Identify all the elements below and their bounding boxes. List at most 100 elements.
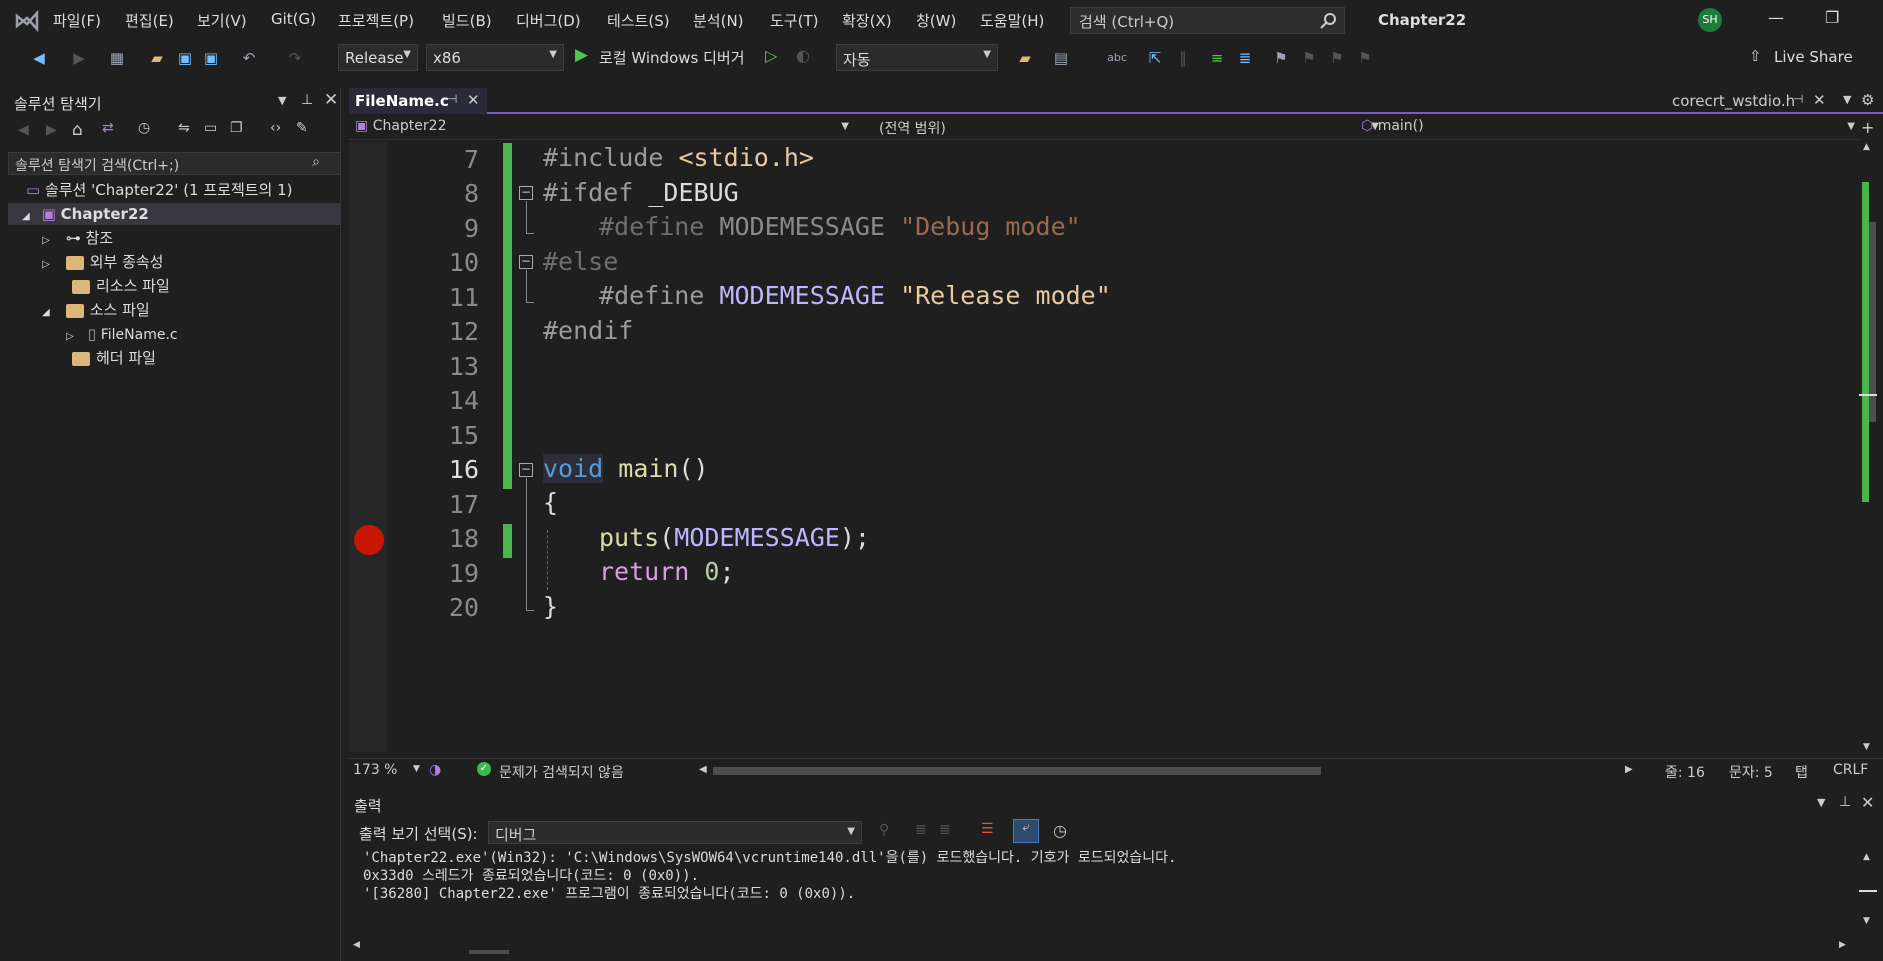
tree-item-resource-files[interactable]: 리소스 파일 [72, 275, 170, 297]
word-wrap-toggle-icon[interactable]: ⤶ [1013, 819, 1039, 843]
horizontal-scroll-thumb[interactable] [713, 767, 1321, 775]
find-icon[interactable]: ⚲ [879, 822, 889, 838]
scroll-right-icon[interactable]: ▶ [1839, 940, 1846, 950]
close-icon[interactable]: ✕ [1813, 91, 1826, 109]
pin-icon[interactable]: ⊥ [1839, 794, 1851, 810]
horizontal-scroll-thumb[interactable] [469, 950, 509, 954]
copy-icon[interactable]: ❐ [230, 120, 243, 136]
forward-icon[interactable]: ▶ [46, 122, 57, 138]
solution-node[interactable]: ▭ 솔루션 'Chapter22' (1 프로젝트의 1) [26, 179, 293, 201]
spellcheck-icon[interactable]: abc [1106, 47, 1128, 69]
pin-icon[interactable]: ⊣ [447, 92, 457, 106]
redo-icon[interactable]: ↷ [284, 47, 306, 69]
start-debug-button[interactable]: 로컬 Windows 디버거 [599, 47, 745, 68]
code-icon[interactable]: ‹› [270, 120, 281, 136]
split-icon[interactable]: ‖ [1172, 47, 1194, 69]
menu-edit[interactable]: 편집(E) [125, 10, 174, 31]
tab-indicator[interactable]: 탭 [1795, 762, 1808, 782]
menu-window[interactable]: 창(W) [916, 10, 956, 31]
menu-build[interactable]: 빌드(B) [442, 10, 492, 31]
glyph-margin[interactable] [349, 142, 387, 752]
chevron-down-icon[interactable]: ▼ [413, 764, 420, 774]
close-icon[interactable]: ✕ [324, 90, 338, 110]
vertical-scrollbar[interactable]: ▲ ▼ [1859, 142, 1877, 752]
close-icon[interactable]: ✕ [1861, 793, 1874, 812]
menu-file[interactable]: 파일(F) [53, 10, 101, 31]
folder-icon[interactable]: ▰ [1014, 47, 1036, 69]
cursor-icon[interactable]: ⇱ [1144, 47, 1166, 69]
tree-item-filename-c[interactable]: ▷ ▯ FileName.c [66, 323, 178, 345]
save-all-icon[interactable]: ▣ [200, 47, 222, 69]
scroll-left-icon[interactable]: ◀ [353, 940, 360, 950]
project-node[interactable]: ◢ ▣ Chapter22 [8, 203, 341, 225]
line-indicator[interactable]: 줄: 16 [1665, 762, 1705, 782]
configuration-select[interactable]: Release ▼ [338, 44, 418, 71]
column-indicator[interactable]: 문자: 5 [1729, 762, 1773, 782]
clear-all-icon[interactable]: ☰ [981, 821, 994, 837]
tree-item-references[interactable]: ▷ ⊶ 참조 [42, 227, 113, 249]
output-source-select[interactable]: 디버그 ▼ [488, 821, 862, 844]
clock-icon[interactable]: ◷ [1053, 821, 1067, 840]
menu-tools[interactable]: 도구(T) [770, 10, 818, 31]
live-share-button[interactable]: Live Share [1774, 48, 1853, 66]
indent-icon[interactable]: ≡ [1206, 47, 1228, 69]
tab-list-icon[interactable]: ▼ [1843, 93, 1851, 106]
menu-project[interactable]: 프로젝트(P) [338, 10, 414, 31]
comment-icon[interactable]: ≣ [1234, 47, 1256, 69]
menu-debug[interactable]: 디버그(D) [516, 10, 581, 31]
close-icon[interactable]: ✕ [467, 91, 480, 109]
undo-icon[interactable]: ↶ [238, 47, 260, 69]
open-folder-icon[interactable]: ▰ [146, 47, 168, 69]
search-input[interactable]: 검색 (Ctrl+Q) [1070, 7, 1345, 34]
breakpoint-icon[interactable] [354, 525, 384, 555]
tree-item-source-files[interactable]: ◢ 소스 파일 [42, 299, 150, 321]
dropdown-icon[interactable]: ▼ [1817, 796, 1825, 809]
auto-select[interactable]: 자동 ▼ [836, 44, 998, 71]
platform-select[interactable]: x86 ▼ [426, 44, 564, 71]
output-vertical-scrollbar[interactable]: ▲ ▼ [1859, 852, 1877, 932]
zoom-level[interactable]: 173 % [353, 762, 397, 778]
prev-message-icon[interactable]: ≣ [915, 822, 927, 838]
pin-icon[interactable]: ⊣ [1793, 92, 1803, 106]
back-icon[interactable]: ◀ [28, 47, 50, 69]
project-dropdown[interactable]: ▣ Chapter22 ▼ [355, 118, 855, 138]
member-dropdown[interactable]: ⬡ main() ▼ [1361, 118, 1861, 138]
scroll-down-icon[interactable]: ▼ [1863, 742, 1870, 752]
menu-help[interactable]: 도움말(H) [980, 10, 1044, 31]
layout-icon[interactable]: ▤ [1050, 47, 1072, 69]
scroll-thumb[interactable] [1869, 222, 1876, 422]
menu-git[interactable]: Git(G) [271, 10, 316, 28]
issues-status[interactable]: 문제가 검색되지 않음 [499, 762, 624, 782]
play-icon[interactable]: ▶ [575, 45, 588, 65]
menu-extensions[interactable]: 확장(X) [842, 10, 892, 31]
minimize-button[interactable]: — [1768, 8, 1784, 27]
start-without-debug-icon[interactable]: ▷ [765, 46, 777, 65]
split-editor-icon[interactable]: + [1861, 118, 1874, 137]
tab-filename-c[interactable]: FileName.c ⊣ ✕ [349, 88, 487, 114]
pin-icon[interactable]: ⊥ [301, 92, 313, 108]
bookmark-clear-icon[interactable]: ⚑ [1354, 47, 1376, 69]
menu-view[interactable]: 보기(V) [197, 10, 247, 31]
hot-reload-icon[interactable]: ◐ [796, 46, 810, 65]
bookmark-next-icon[interactable]: ⚑ [1326, 47, 1348, 69]
restore-button[interactable]: ❐ [1825, 8, 1839, 27]
explorer-search-input[interactable]: 솔루션 탐색기 검색(Ctrl+;) ⌕ [8, 152, 341, 175]
tree-item-header-files[interactable]: 헤더 파일 [72, 347, 156, 369]
collapse-region-icon[interactable]: − [519, 463, 533, 477]
tree-item-external-deps[interactable]: ▷ 외부 종속성 [42, 251, 163, 273]
scroll-up-icon[interactable]: ▲ [1863, 852, 1870, 862]
gear-icon[interactable]: ⚙ [1861, 91, 1874, 109]
collapse-region-icon[interactable]: − [519, 186, 533, 200]
output-horizontal-scrollbar[interactable]: ◀ ▶ [349, 938, 1879, 956]
switch-view-icon[interactable]: ⇄ [102, 120, 114, 136]
bookmark-icon[interactable]: ⚑ [1270, 47, 1292, 69]
new-project-icon[interactable]: ▦ [106, 47, 128, 69]
next-message-icon[interactable]: ≣ [939, 822, 951, 838]
menu-test[interactable]: 테스트(S) [607, 10, 670, 31]
bookmark-prev-icon[interactable]: ⚑ [1298, 47, 1320, 69]
scope-dropdown[interactable]: (전역 범위) ▼ [879, 118, 1379, 138]
history-icon[interactable]: ◷ [138, 120, 150, 136]
collapse-icon[interactable]: ▭ [204, 120, 217, 136]
tab-corecrt-wstdio[interactable]: corecrt_wstdio.h ⊣ ✕ [1669, 88, 1829, 114]
scroll-down-icon[interactable]: ▼ [1863, 916, 1870, 926]
